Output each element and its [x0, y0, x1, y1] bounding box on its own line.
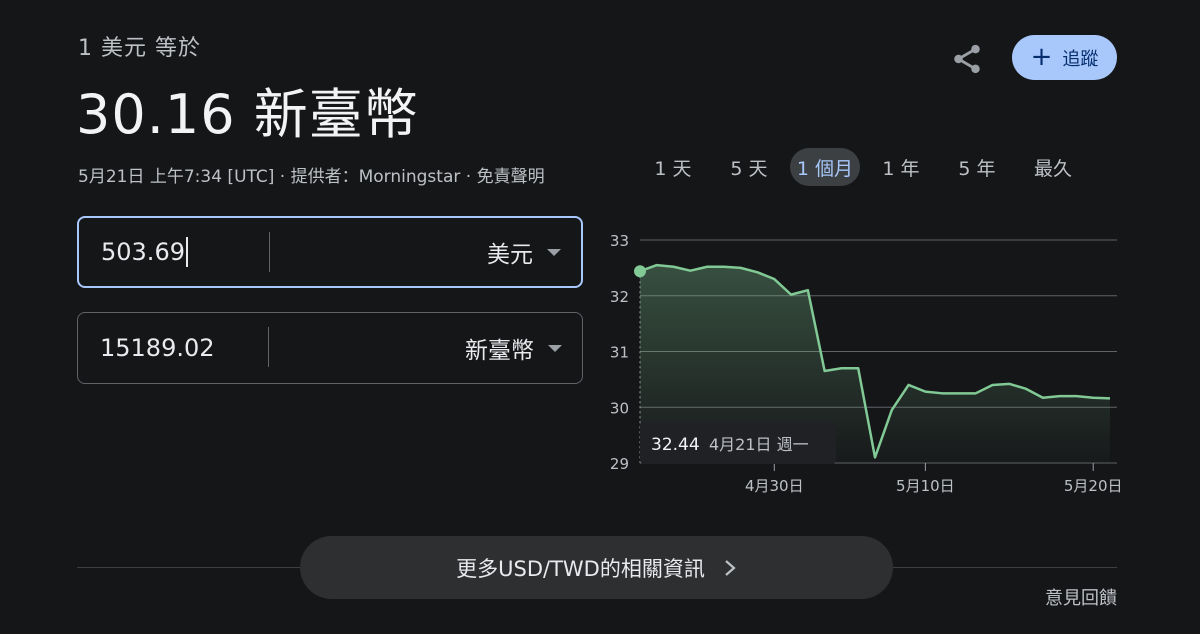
dropdown-arrow-icon [547, 248, 561, 256]
share-icon [954, 44, 980, 74]
data-point [1025, 388, 1027, 390]
share-button[interactable] [948, 40, 986, 78]
currency-converter-card: 1 美元 等於 30.16 新臺幣 5月21日 上午7:34 [UTC] · 提… [0, 0, 1200, 634]
data-point [1109, 398, 1111, 400]
highlighted-point [634, 265, 646, 278]
from-amount-row: 503.69 美元 [77, 216, 583, 288]
data-point [1076, 395, 1078, 397]
field-divider [268, 327, 269, 367]
exchange-rate-chart[interactable]: 29 30 31 32 33 4月30日 5月10日 5月20日 32.44 4月21日 週一 [600, 225, 1125, 505]
data-point [1092, 397, 1094, 399]
data-point [790, 294, 792, 296]
data-point [723, 266, 725, 268]
from-amount-input[interactable]: 503.69 [101, 218, 188, 286]
data-point [841, 367, 843, 369]
data-point [874, 457, 876, 459]
to-currency-select[interactable]: 新臺幣 [465, 313, 562, 383]
tab-1-month[interactable]: 1 個月 [790, 148, 860, 186]
data-point [807, 289, 809, 291]
data-point [925, 391, 927, 393]
follow-button-label: 追蹤 [1062, 48, 1099, 70]
tooltip-value: 32.44 [651, 435, 700, 455]
from-currency-select[interactable]: 美元 [487, 218, 561, 286]
data-point [1008, 383, 1010, 385]
y-tick-label: 29 [610, 455, 629, 473]
to-amount-row: 15189.02 新臺幣 [77, 312, 583, 384]
to-amount-value: 15189.02 [100, 334, 215, 362]
conversion-subtitle: 1 美元 等於 [78, 36, 201, 61]
follow-button[interactable]: + 追蹤 [1012, 35, 1117, 80]
data-point [975, 393, 977, 395]
exchange-rate-value: 30.16 新臺幣 [76, 83, 419, 146]
from-amount-value: 503.69 [101, 238, 185, 266]
feedback-link[interactable]: 意見回饋 [1045, 584, 1117, 610]
data-point [773, 278, 775, 280]
y-tick-label: 33 [610, 232, 629, 250]
tab-1-day[interactable]: 1 天 [642, 148, 704, 186]
chevron-right-icon [725, 559, 736, 576]
plus-icon: + [1030, 41, 1053, 72]
x-tick-label: 5月20日 [1064, 477, 1123, 495]
data-point [757, 272, 759, 274]
x-tick-label: 5月10日 [896, 477, 955, 495]
text-cursor [185, 237, 188, 267]
tab-5-years[interactable]: 5 年 [946, 148, 1008, 186]
data-point [1042, 397, 1044, 399]
data-point [740, 267, 742, 269]
data-point [891, 409, 893, 411]
y-tick-label: 30 [610, 399, 629, 417]
field-divider [269, 232, 270, 272]
tab-max[interactable]: 最久 [1022, 148, 1084, 186]
data-point [656, 264, 658, 266]
data-point [908, 384, 910, 386]
data-point [941, 393, 943, 395]
y-tick-label: 31 [610, 344, 629, 362]
from-currency-label: 美元 [487, 242, 533, 268]
to-currency-label: 新臺幣 [465, 338, 534, 364]
data-point [673, 266, 675, 268]
dropdown-arrow-icon [548, 344, 562, 352]
data-point [706, 266, 708, 268]
tooltip-date: 4月21日 週一 [709, 435, 809, 454]
to-amount-input[interactable]: 15189.02 [100, 313, 215, 383]
data-point [690, 270, 692, 272]
x-tick-label: 4月30日 [745, 477, 804, 495]
rate-timestamp-source: 5月21日 上午7:34 [UTC] · 提供者：Morningstar · 免… [78, 167, 545, 187]
tab-1-year[interactable]: 1 年 [870, 148, 932, 186]
data-point [1059, 395, 1061, 397]
data-point [958, 393, 960, 395]
data-point [992, 384, 994, 386]
y-tick-label: 32 [610, 288, 629, 306]
data-point [824, 370, 826, 372]
more-info-label: 更多USD/TWD的相關資訊 [456, 556, 705, 581]
tab-5-days[interactable]: 5 天 [718, 148, 780, 186]
more-info-button[interactable]: 更多USD/TWD的相關資訊 [300, 536, 893, 599]
data-point [857, 367, 859, 369]
